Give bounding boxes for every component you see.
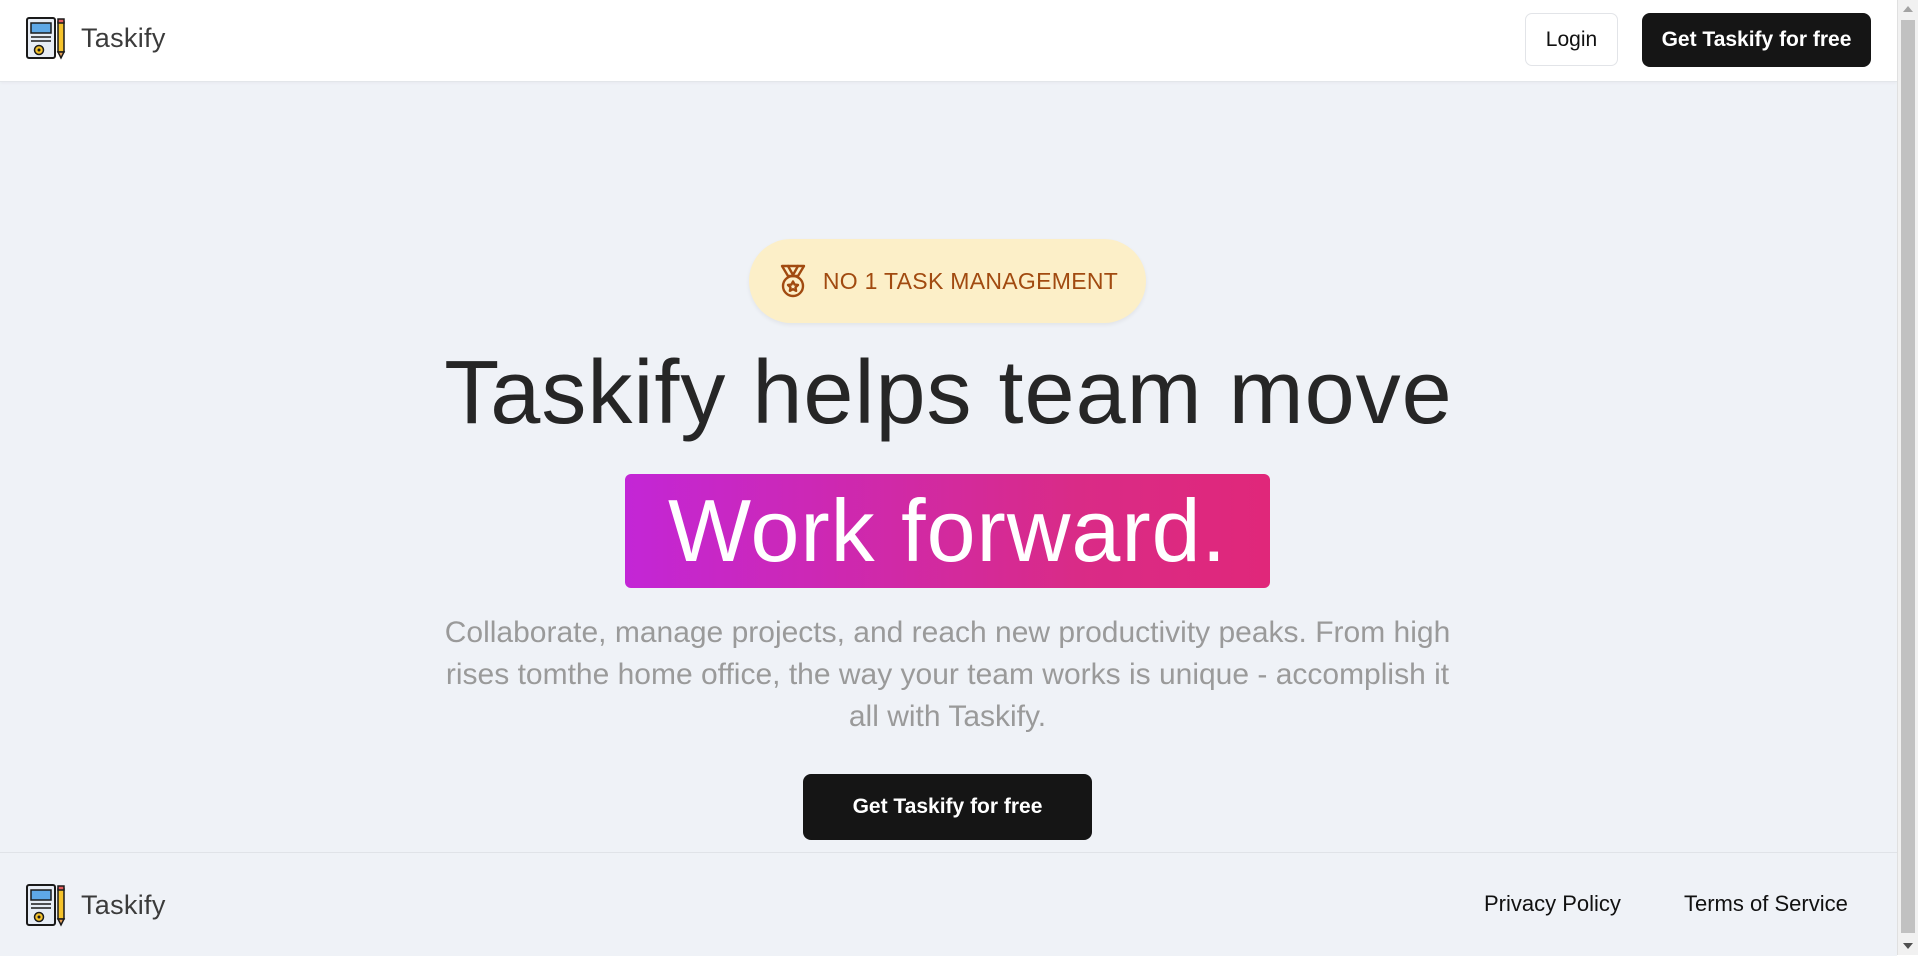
page: Taskify Login Get Taskify for free NO 1 … <box>0 0 1897 956</box>
vertical-scrollbar[interactable] <box>1897 0 1918 955</box>
footer: Taskify Privacy Policy Terms of Service <box>0 852 1897 956</box>
scrollbar-thumb[interactable] <box>1901 20 1915 933</box>
scroll-down-arrow-icon[interactable] <box>1903 943 1913 949</box>
badge-text: NO 1 TASK MANAGEMENT <box>822 267 1119 294</box>
privacy-policy-link[interactable]: Privacy Policy <box>1484 891 1621 917</box>
logo-icon <box>26 884 66 927</box>
footer-brand[interactable]: Taskify <box>25 883 166 927</box>
scroll-up-arrow-icon[interactable] <box>1903 6 1913 12</box>
terms-of-service-link[interactable]: Terms of Service <box>1684 891 1848 917</box>
get-taskify-header-button[interactable]: Get Taskify for free <box>1642 13 1871 67</box>
footer-brand-name: Taskify <box>81 889 166 920</box>
hero-highlight: Work forward. <box>625 474 1270 588</box>
brand-logo-link[interactable]: Taskify <box>25 16 166 60</box>
get-taskify-hero-button[interactable]: Get Taskify for free <box>803 774 1092 840</box>
medal-icon <box>780 264 806 298</box>
hero-subtext: Collaborate, manage projects, and reach … <box>444 616 1451 733</box>
hero-headline: Taskify helps team move <box>444 343 1453 443</box>
logo-icon <box>26 17 66 60</box>
brand-name: Taskify <box>81 22 166 53</box>
top-navbar: Taskify Login Get Taskify for free <box>0 0 1897 82</box>
login-button[interactable]: Login <box>1525 13 1618 66</box>
rank-badge: NO 1 TASK MANAGEMENT <box>749 239 1146 323</box>
